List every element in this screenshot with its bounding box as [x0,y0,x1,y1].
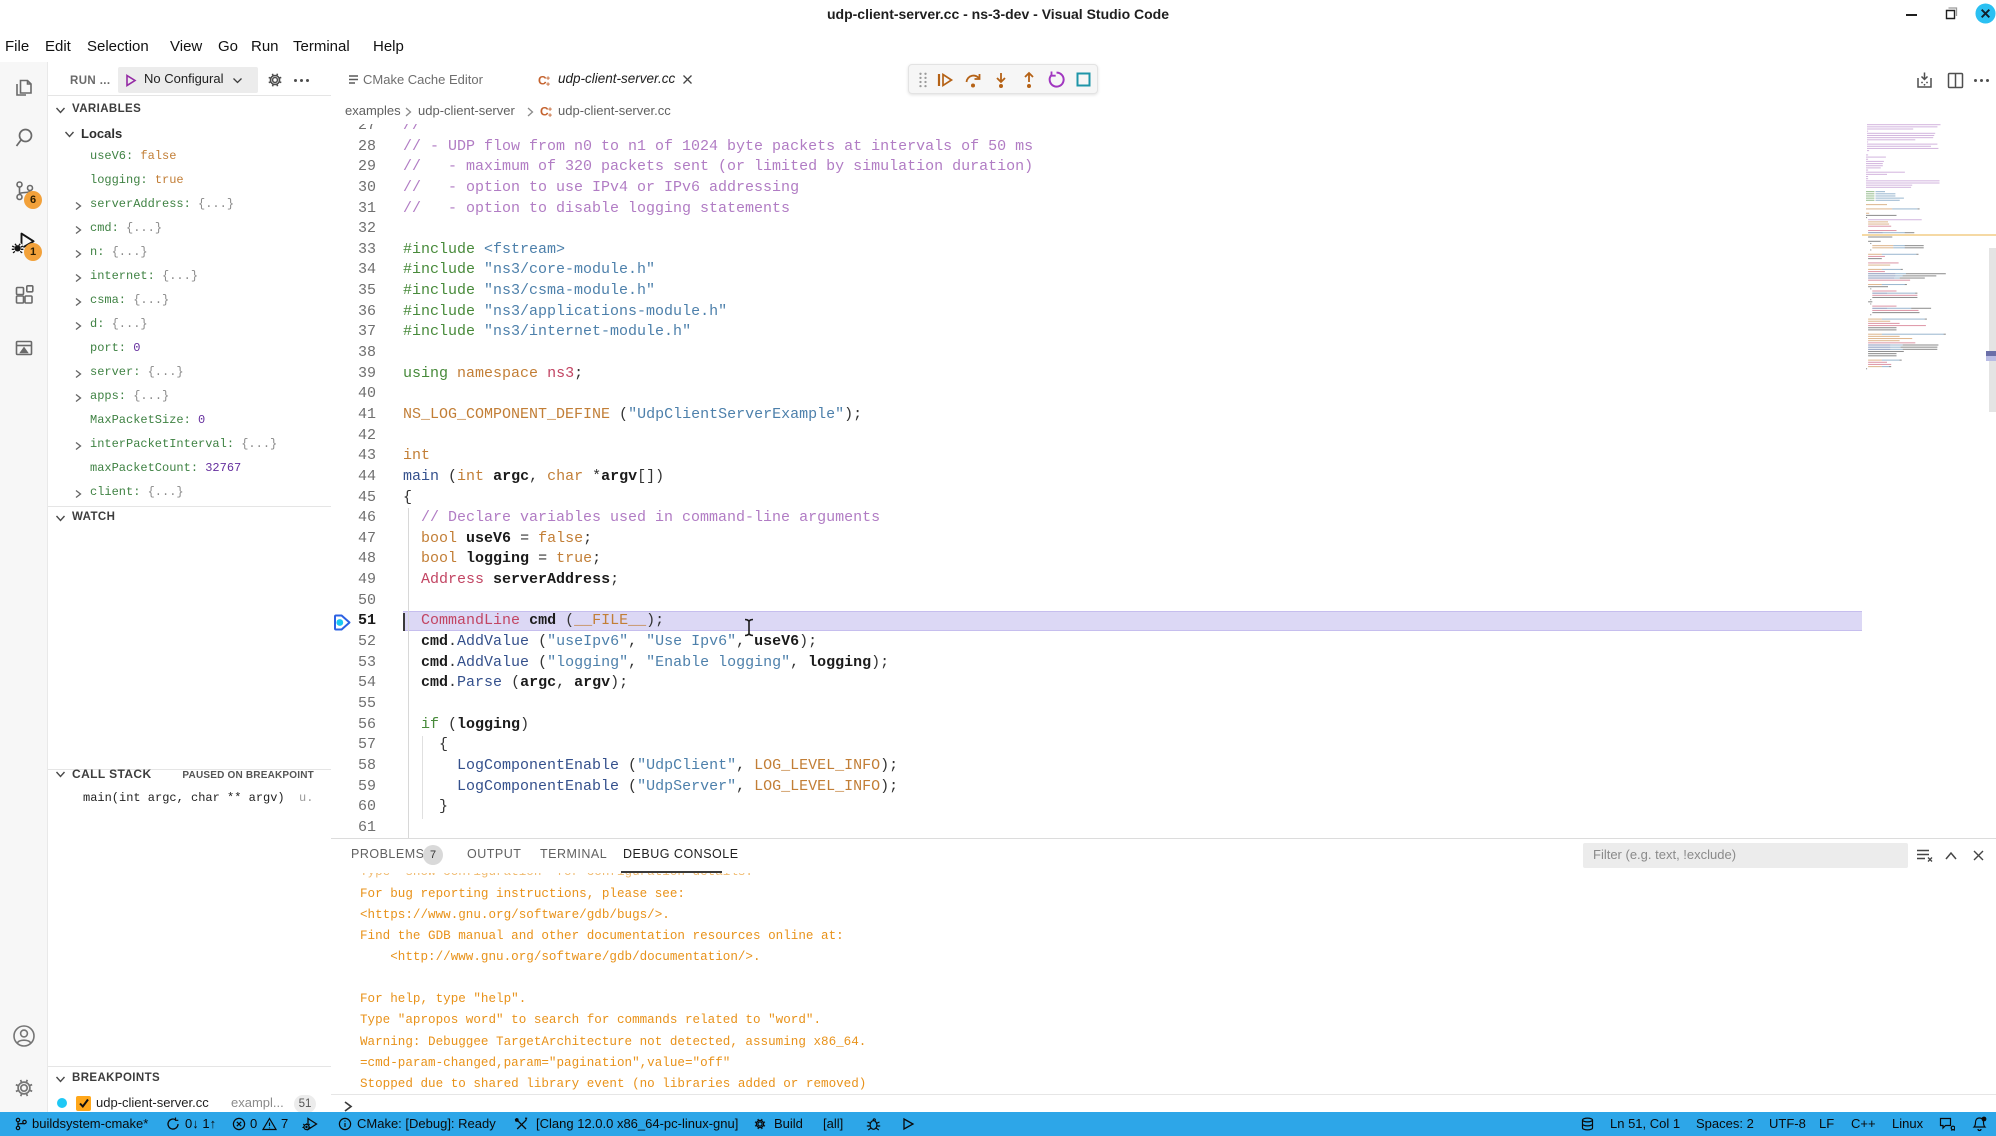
svg-text:+: + [548,113,552,120]
svg-text:+: + [546,82,550,89]
